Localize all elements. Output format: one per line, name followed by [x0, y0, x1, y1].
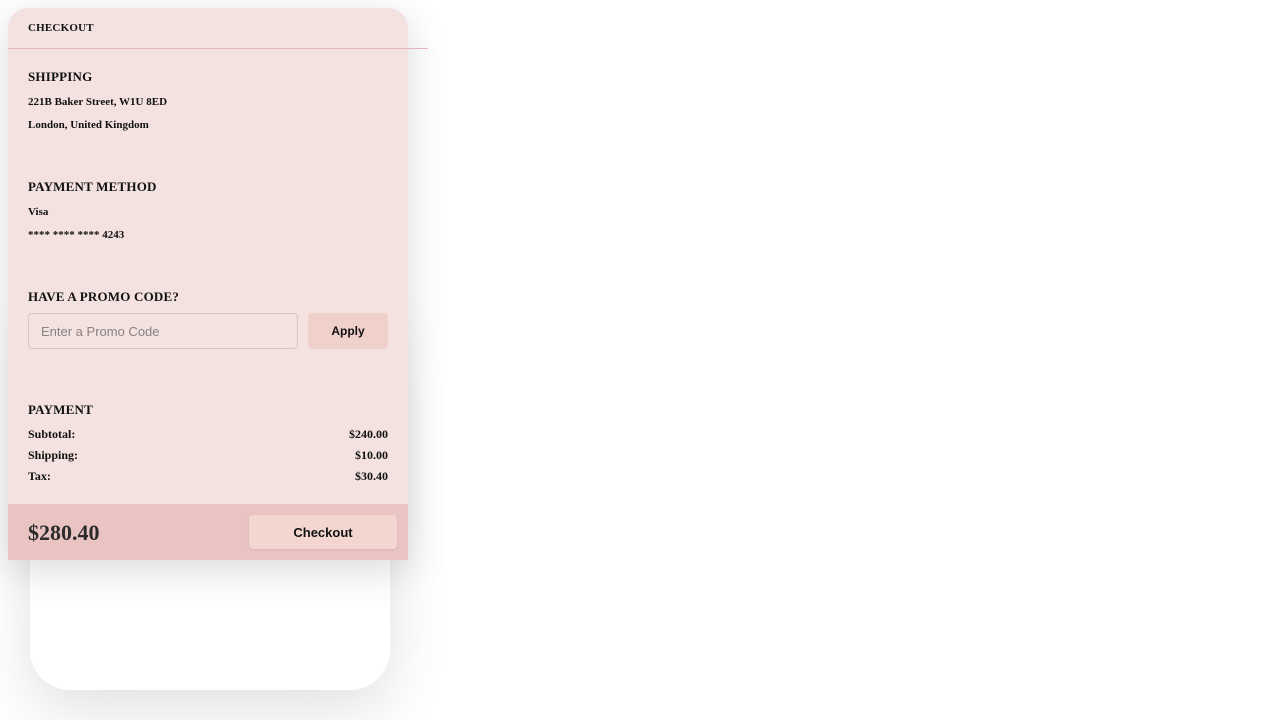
payment-title: PAYMENT — [28, 402, 93, 417]
card-title: CHECKOUT — [28, 22, 94, 34]
subtotal-label: Subtotal: — [28, 427, 76, 441]
apply-promo-button[interactable]: Apply — [308, 313, 388, 349]
checkout-button[interactable]: Checkout — [249, 515, 397, 549]
shipping-cost-label: Shipping: — [28, 448, 79, 462]
subtotal-value: $240.00 — [349, 427, 388, 441]
shipping-address-line1: 221B Baker Street, W1U 8ED — [28, 96, 168, 108]
checkout-card: CHECKOUT SHIPPING 221B Baker Street, W1U… — [8, 8, 428, 560]
promo-title: HAVE A PROMO CODE? — [28, 289, 180, 304]
payment-method-title: PAYMENT METHOD — [28, 179, 157, 194]
header-divider — [8, 48, 428, 49]
order-total: $280.40 — [28, 520, 100, 545]
tax-value: $30.40 — [355, 469, 388, 483]
tax-label: Tax: — [28, 469, 51, 483]
card-header: CHECKOUT — [8, 8, 408, 48]
shipping-address-line2: London, United Kingdom — [28, 119, 149, 131]
card-type: Visa — [28, 206, 49, 218]
shipping-title: SHIPPING — [28, 69, 93, 84]
checkout-footer: $280.40 Checkout — [8, 504, 408, 560]
shipping-cost-value: $10.00 — [355, 448, 388, 462]
promo-code-input[interactable] — [28, 313, 298, 349]
card-number: **** **** **** 4243 — [28, 229, 125, 241]
